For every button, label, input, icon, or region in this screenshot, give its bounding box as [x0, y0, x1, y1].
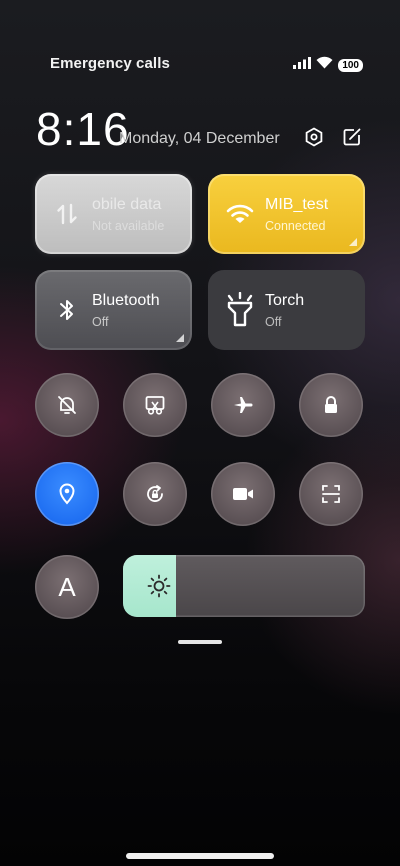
bluetooth-status: Off [92, 315, 109, 329]
mute-toggle[interactable] [35, 373, 99, 437]
bell-off-icon [58, 396, 76, 414]
edit-icon [343, 128, 361, 146]
mobile-data-icon [49, 196, 85, 232]
date-text: Monday, 04 December [119, 130, 280, 147]
brightness-slider[interactable] [123, 555, 365, 617]
rotation-lock-icon [147, 485, 163, 502]
expand-corner-icon[interactable] [176, 334, 184, 342]
scissors-icon [145, 396, 165, 415]
screen-recorder-toggle[interactable] [211, 462, 275, 526]
battery-icon: 100 [338, 58, 363, 72]
carrier-status-text: Emergency calls [50, 55, 170, 72]
wifi-icon [222, 196, 258, 232]
mobile-data-title: obile data [92, 196, 162, 213]
airplane-icon [234, 397, 253, 413]
signal-icon [293, 56, 312, 74]
edit-button[interactable] [341, 126, 363, 148]
settings-button[interactable] [303, 126, 325, 148]
sun-icon [147, 574, 171, 598]
expand-corner-icon[interactable] [349, 238, 357, 246]
flashlight-icon [222, 292, 258, 328]
clock-time: 8:16 [36, 103, 130, 155]
font-size-label: A [58, 571, 76, 602]
bluetooth-icon [49, 292, 85, 328]
torch-status: Off [265, 315, 282, 329]
bluetooth-tile[interactable]: Bluetooth Off [35, 270, 192, 350]
rotation-lock-toggle[interactable] [123, 462, 187, 526]
drag-handle[interactable] [178, 640, 222, 644]
status-icons: 100 [293, 56, 363, 74]
video-camera-icon [233, 488, 253, 500]
scan-icon [322, 485, 340, 503]
mobile-data-status: Not available [92, 219, 165, 233]
location-toggle[interactable] [35, 462, 99, 526]
bluetooth-title: Bluetooth [92, 292, 160, 309]
screenshot-toggle[interactable] [123, 373, 187, 437]
lock-screen-toggle[interactable] [299, 373, 363, 437]
wifi-network-name: MIB_test [265, 196, 329, 213]
torch-title: Torch [265, 292, 305, 309]
settings-icon [305, 127, 323, 147]
torch-tile[interactable]: Torch Off [208, 270, 365, 350]
lock-icon [325, 396, 337, 413]
wifi-status: Connected [265, 219, 326, 233]
mobile-data-tile[interactable]: obile data Not available [35, 174, 192, 254]
wifi-icon [316, 56, 333, 74]
home-indicator[interactable] [126, 853, 274, 859]
airplane-mode-toggle[interactable] [211, 373, 275, 437]
wifi-tile[interactable]: MIB_test Connected [208, 174, 365, 254]
font-size-button[interactable]: A [35, 555, 99, 619]
scanner-toggle[interactable] [299, 462, 363, 526]
location-pin-icon [59, 483, 75, 505]
